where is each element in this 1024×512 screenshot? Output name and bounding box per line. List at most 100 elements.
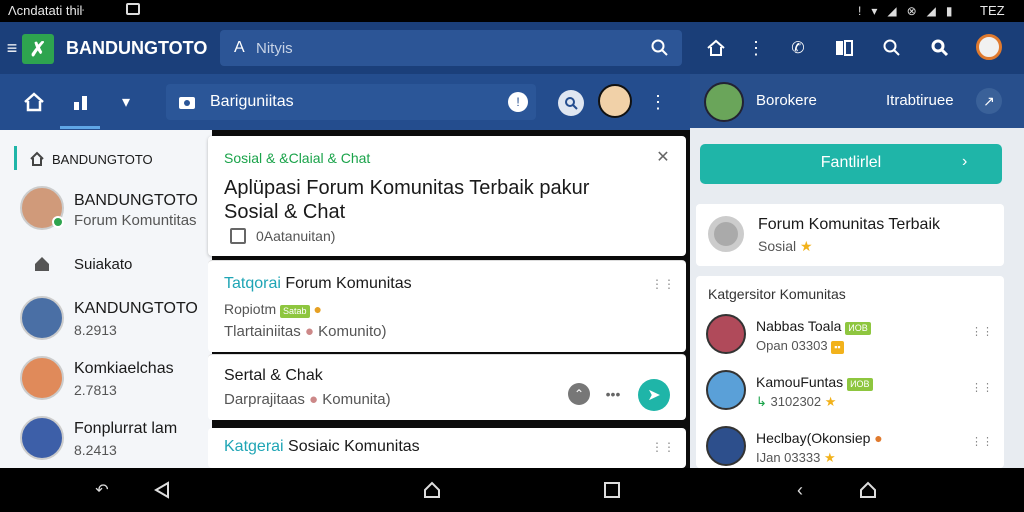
search-icon-2[interactable]	[880, 36, 904, 60]
alert-icon: !	[858, 4, 862, 18]
social-title: Sertal & Chak	[224, 367, 323, 384]
list-item-badge: ИОВ	[845, 322, 871, 335]
list-item-title-row: Nabbas Toala ИОВ	[756, 318, 871, 335]
home-icon[interactable]	[704, 36, 728, 60]
list-item-meta-row: ↳ 3102302 ★	[756, 394, 836, 410]
sidebar-item-3[interactable]: Komkiaelchas 2.7813	[0, 354, 212, 404]
right-panel: Fantlirlel › Forum Komunitas Terbaik Sos…	[690, 128, 1024, 468]
brand-name[interactable]: BANDUNGTOTO	[66, 38, 207, 59]
cta-button[interactable]: Fantlirlel ›	[700, 144, 1002, 184]
star-icon: ★	[823, 450, 836, 465]
home-nav-icon[interactable]	[420, 480, 444, 500]
send-button[interactable]: ➤	[638, 379, 670, 411]
sidebar-item-subtitle: 2.7813	[74, 382, 117, 398]
sidebar-item-subtitle: 8.2413	[74, 442, 117, 458]
share-circle-icon[interactable]: ⌃	[568, 383, 590, 405]
more-horizontal-icon[interactable]: •••	[602, 383, 624, 405]
info-icon[interactable]: !	[508, 92, 528, 112]
house-icon	[32, 254, 52, 274]
back-arrow-icon[interactable]: ↶	[90, 480, 114, 500]
community-search-bar[interactable]: Bariguniitas !	[166, 84, 536, 120]
sidebar-item-title: Fonplurrat lam	[74, 420, 178, 437]
search-bar[interactable]: A Nityis	[220, 30, 682, 66]
menu-icon[interactable]: ≡	[6, 38, 18, 58]
social-chat-card[interactable]: Sertal & Chak Darprajitaas ● Komunita) ⌃…	[208, 354, 686, 420]
list-item-badge: ИОВ	[847, 378, 873, 391]
user-avatar[interactable]	[598, 84, 632, 118]
active-tab-indicator	[60, 126, 100, 129]
feature-subtitle: Sosial	[758, 238, 797, 254]
list-item[interactable]: Nabbas Toala ИОВ Opan 03303 ▪▪ ⋮⋮	[696, 310, 1004, 362]
avatar	[20, 296, 64, 340]
list-item-meta-row: IJan 03333 ★	[756, 450, 836, 466]
drag-handle-icon[interactable]: ⋮⋮	[971, 434, 993, 448]
sidebar-item-0[interactable]: BANDUNGTOTO Forum Komuntitas	[0, 182, 212, 240]
emoji-icon: ●	[874, 430, 883, 446]
phone-icon[interactable]: ✆	[786, 36, 810, 60]
category-name: Forum Komunitas	[285, 275, 412, 292]
book-icon[interactable]	[832, 36, 856, 60]
list-item-meta: IJan 03333	[756, 450, 821, 465]
list-item-title: Heclbay(Okonsiep	[756, 430, 871, 446]
post-tag[interactable]: Sosial & &Claial & Chat	[224, 150, 370, 166]
signal-icon: ◢	[887, 4, 897, 18]
category-title: Tatqorai Forum Komunitas	[224, 275, 412, 293]
search-filled-icon[interactable]	[928, 36, 952, 60]
sidebar-item-title: BANDUNGTOTO	[74, 192, 198, 209]
sidebar-item-1[interactable]: Suiakato	[0, 246, 212, 282]
search-circle-icon[interactable]	[558, 90, 584, 116]
avatar	[706, 426, 746, 466]
wifi-outline-icon[interactable]: ▾	[112, 88, 140, 116]
category-card-2[interactable]: Katgerai Sosiaic Komunitas ⋮⋮	[208, 428, 686, 468]
home-outline-icon[interactable]	[20, 88, 48, 116]
home-nav-icon-2[interactable]	[856, 480, 880, 500]
sidebar-item-2[interactable]: KANDUNGTOTO 8.2913	[0, 294, 212, 344]
featured-post-card[interactable]: Sosial & &Claial & Chat ✕ Aplüpasi Forum…	[208, 136, 686, 256]
sidebar-item-subtitle: Forum Komuntitas	[74, 212, 197, 229]
back-triangle-icon[interactable]	[150, 480, 174, 500]
top-app-bar: ≡ ✗ BANDUNGTOTO A Nityis	[0, 22, 690, 74]
avatar	[20, 416, 64, 460]
close-icon[interactable]: ✕	[654, 148, 672, 166]
drag-handle-icon[interactable]: ⋮⋮	[971, 324, 993, 338]
profile-avatar[interactable]	[976, 34, 1002, 60]
right-user-avatar[interactable]	[704, 82, 744, 122]
avatar	[706, 314, 746, 354]
emoji-icon: ●	[304, 323, 314, 340]
drag-handle-icon[interactable]: ⋮⋮	[651, 440, 675, 454]
social-line-count: Komunita)	[322, 391, 391, 408]
right-user-bar: Borokere Itrabtiruee ↗	[690, 74, 1024, 128]
list-item-meta-row: Opan 03303 ▪▪	[756, 338, 844, 354]
search-icon[interactable]	[648, 36, 672, 60]
battery-icon: ▮	[945, 4, 953, 18]
back-chevron-icon[interactable]: ‹	[788, 480, 812, 500]
sidebar-item-4[interactable]: Fonplurrat lam 8.2413	[0, 414, 212, 464]
right-user-label: Itrabtiruee	[886, 92, 954, 109]
social-line-text: Darprajitaas	[224, 391, 305, 408]
more-vertical-icon[interactable]: ⋮	[747, 36, 765, 60]
list-heading: Katgersitor Komunitas	[708, 286, 846, 302]
brand-logo-icon[interactable]: ✗	[22, 34, 54, 64]
top-bar-right: ⋮ ✆	[690, 22, 1024, 74]
category-line2-count: Komunito)	[318, 323, 387, 340]
wifi-icon: ▾	[871, 4, 878, 18]
share-icon[interactable]: ↗	[976, 88, 1002, 114]
drag-handle-icon[interactable]: ⋮⋮	[971, 380, 993, 394]
recents-icon[interactable]	[604, 482, 620, 498]
drag-handle-icon[interactable]: ⋮⋮	[651, 277, 675, 291]
system-nav-bar: ↶ ‹	[0, 468, 1024, 512]
chart-icon[interactable]	[68, 88, 96, 116]
post-meta: 0Aatanuitan)	[256, 228, 336, 244]
list-item[interactable]: Heclbay(Okonsiep ● IJan 03333 ★ ⋮⋮	[696, 422, 1004, 468]
list-item[interactable]: KamouFuntas ИОВ ↳ 3102302 ★ ⋮⋮	[696, 366, 1004, 418]
emoji-icon: ●	[309, 391, 319, 408]
more-vertical-icon-2[interactable]: ⋮	[649, 90, 667, 114]
post-title[interactable]: Aplüpasi Forum Komunitas Terbaik pakur S…	[224, 176, 624, 224]
category-card[interactable]: Tatqorai Forum Komunitas ⋮⋮ Ropiotm Sata…	[208, 260, 686, 352]
search-input[interactable]: Nityis	[256, 40, 293, 57]
main-content: Sosial & &Claial & Chat ✕ Aplüpasi Forum…	[208, 136, 686, 468]
feature-card[interactable]: Forum Komunitas Terbaik Sosial ★	[696, 204, 1004, 266]
meta-badge-icon: ▪▪	[831, 341, 844, 354]
circle-icon	[708, 216, 744, 252]
active-indicator	[14, 146, 17, 170]
